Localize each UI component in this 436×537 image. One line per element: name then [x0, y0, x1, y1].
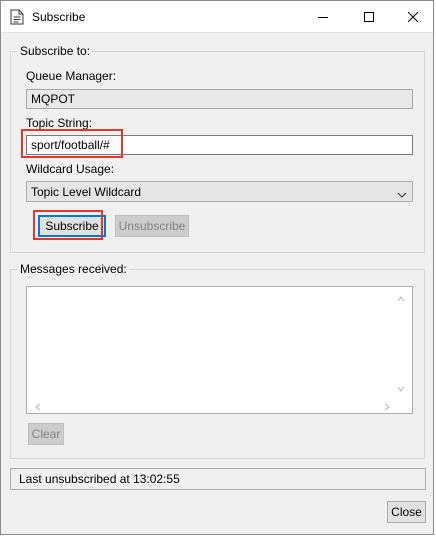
messages-list[interactable]	[26, 286, 413, 414]
maximize-icon	[364, 12, 374, 22]
scroll-right-icon[interactable]	[382, 401, 392, 411]
document-icon	[10, 9, 24, 25]
minimize-button[interactable]	[301, 1, 345, 33]
topic-string-input[interactable]	[26, 135, 413, 155]
scroll-left-icon[interactable]	[33, 401, 43, 411]
window-title: Subscribe	[32, 10, 86, 24]
title-bar[interactable]: Subscribe	[1, 1, 433, 33]
messages-group-label: Messages received:	[18, 262, 129, 276]
chevron-down-icon	[397, 188, 407, 198]
queue-manager-field: MQPOT	[26, 89, 413, 109]
subscribe-group-label: Subscribe to:	[18, 44, 93, 58]
clear-button-label: Clear	[31, 427, 61, 441]
queue-manager-value: MQPOT	[31, 92, 75, 106]
close-button-label: Close	[391, 505, 422, 519]
minimize-icon	[318, 17, 328, 18]
close-icon	[408, 12, 418, 22]
status-bar: Last unsubscribed at 13:02:55	[10, 468, 426, 490]
unsubscribe-button-label: Unsubscribe	[118, 219, 186, 233]
topic-string-label: Topic String:	[26, 116, 93, 130]
wildcard-usage-value: Topic Level Wildcard	[31, 184, 142, 199]
status-text: Last unsubscribed at 13:02:55	[19, 472, 180, 486]
unsubscribe-button[interactable]: Unsubscribe	[115, 215, 189, 237]
scroll-up-icon[interactable]	[396, 293, 406, 303]
close-button[interactable]: Close	[387, 501, 426, 523]
close-window-button[interactable]	[391, 1, 435, 33]
subscribe-window: Subscribe Subscribe to: Queue Manager: M…	[0, 0, 434, 535]
queue-manager-label: Queue Manager:	[26, 69, 117, 83]
wildcard-usage-label: Wildcard Usage:	[26, 162, 115, 176]
scroll-down-icon[interactable]	[396, 383, 406, 393]
clear-button[interactable]: Clear	[28, 423, 64, 445]
subscribe-button-label: Subscribe	[45, 219, 99, 233]
maximize-button[interactable]	[347, 1, 391, 33]
subscribe-button[interactable]: Subscribe	[38, 215, 106, 237]
wildcard-usage-select[interactable]: Topic Level Wildcard	[26, 181, 413, 202]
